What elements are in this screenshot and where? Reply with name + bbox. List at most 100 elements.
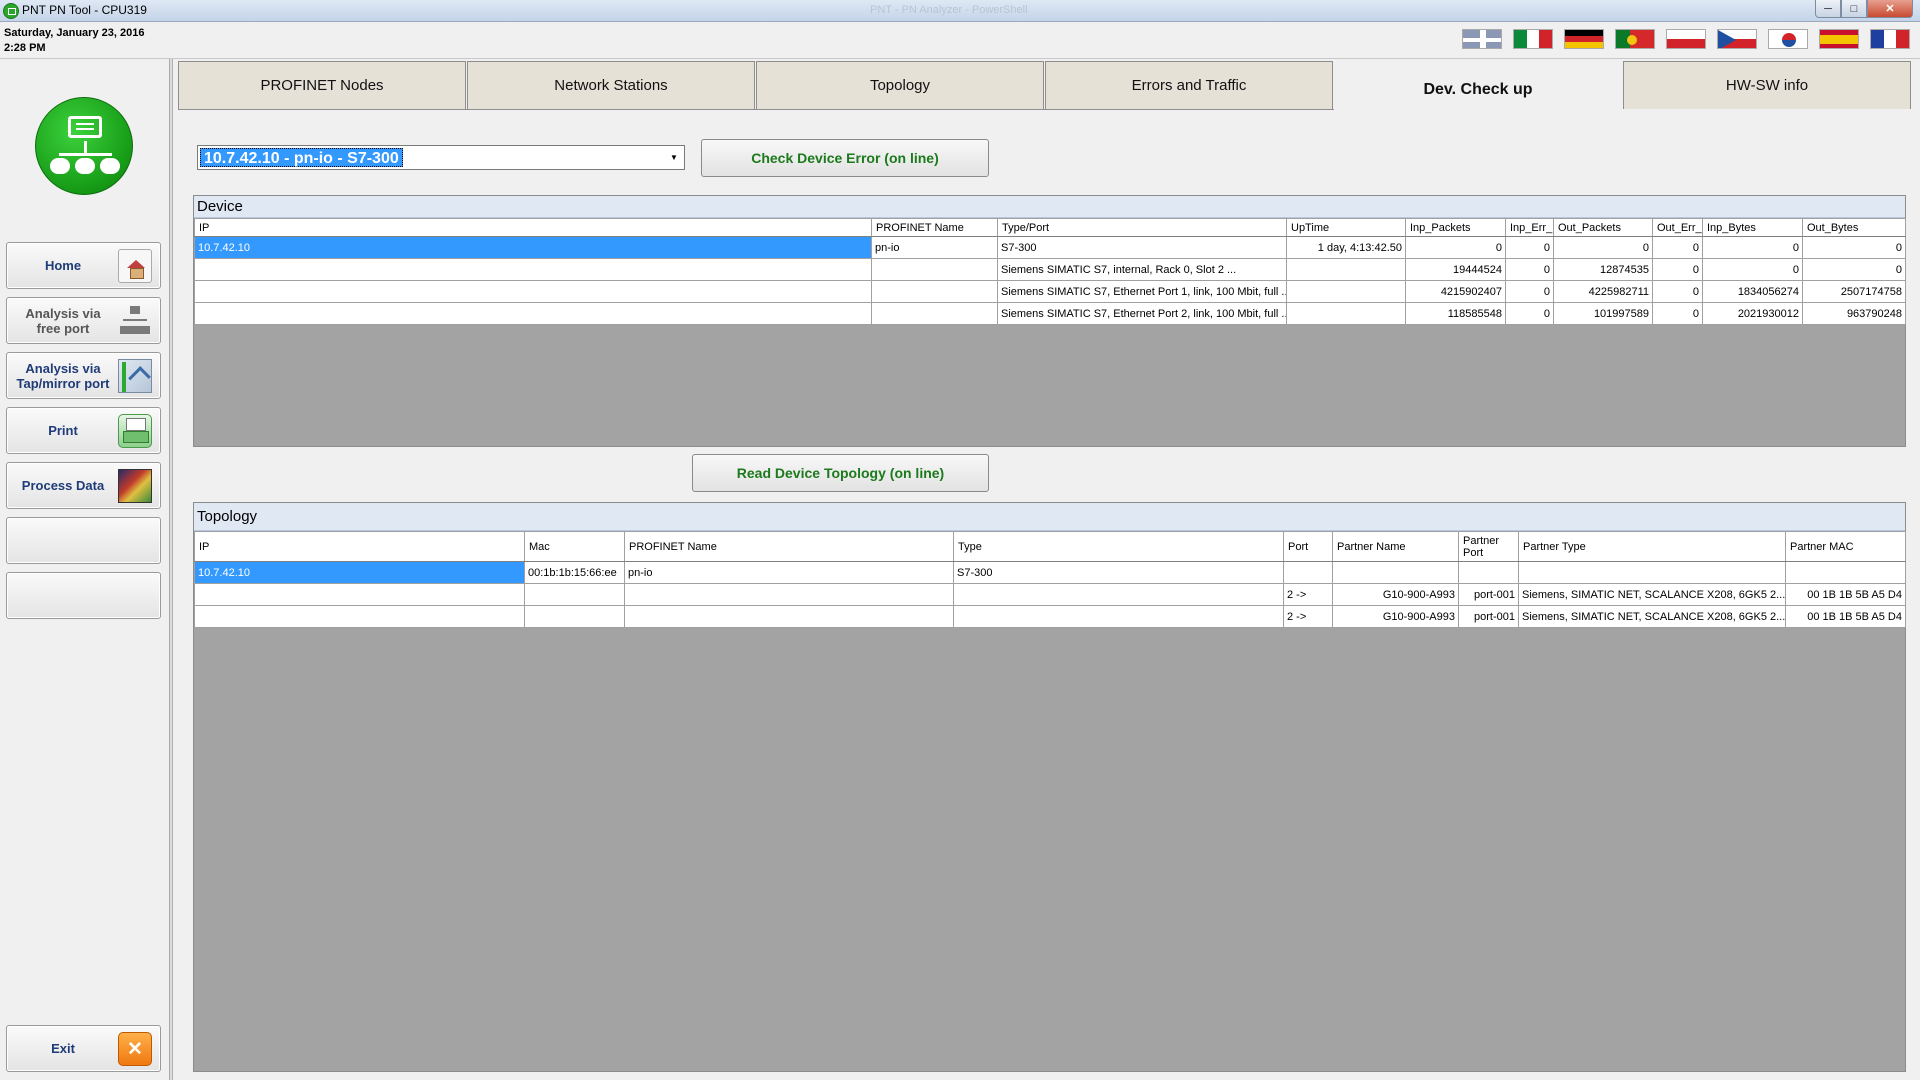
table-cell[interactable]: 0 [1505, 280, 1554, 303]
table-cell[interactable]: 0 [1702, 236, 1803, 259]
chevron-down-icon[interactable]: ▼ [667, 150, 681, 165]
italy-flag-icon[interactable] [1513, 29, 1553, 49]
column-header[interactable]: Partner MAC [1785, 531, 1906, 562]
table-cell[interactable]: 0 [1702, 258, 1803, 281]
column-header[interactable]: Inp_Packets [1405, 218, 1506, 237]
table-cell[interactable]: 0 [1553, 236, 1653, 259]
table-cell[interactable]: 0 [1802, 236, 1906, 259]
table-cell[interactable]: S7-300 [997, 236, 1287, 259]
france-flag-icon[interactable] [1870, 29, 1910, 49]
table-cell[interactable]: 0 [1652, 302, 1703, 325]
table-cell[interactable] [1518, 561, 1786, 584]
table-row[interactable]: 2 -> G10-900-A993 port-001 Siemens, SIMA… [194, 583, 1906, 606]
column-header[interactable]: Partner Port [1458, 531, 1519, 562]
minimize-button[interactable]: ─ [1815, 0, 1841, 18]
exit-button[interactable]: Exit ✕ [6, 1025, 161, 1072]
table-cell[interactable]: 1 day, 4:13:42.50 [1286, 236, 1406, 259]
tab-topology[interactable]: Topology [756, 61, 1044, 109]
table-cell[interactable]: 00 1B 1B 5B A5 D4 [1785, 583, 1906, 606]
table-cell[interactable]: Siemens, SIMATIC NET, SCALANCE X208, 6GK… [1518, 605, 1786, 628]
table-cell[interactable]: Siemens SIMATIC S7, internal, Rack 0, Sl… [997, 258, 1287, 281]
column-header[interactable]: Mac [524, 531, 625, 562]
tab-network-stations[interactable]: Network Stations [467, 61, 755, 109]
germany-flag-icon[interactable] [1564, 29, 1604, 49]
table-cell[interactable] [524, 583, 625, 606]
table-row[interactable]: Siemens SIMATIC S7, Ethernet Port 1, lin… [194, 280, 1906, 303]
column-header[interactable]: IP [194, 531, 525, 562]
close-button[interactable]: ✕ [1867, 0, 1913, 18]
table-cell[interactable]: 0 [1652, 280, 1703, 303]
sidebar-divider[interactable] [170, 59, 173, 1080]
table-cell[interactable]: port-001 [1458, 583, 1519, 606]
table-cell[interactable] [194, 583, 525, 606]
column-header[interactable]: Partner Type [1518, 531, 1786, 562]
table-cell[interactable]: Siemens SIMATIC S7, Ethernet Port 2, lin… [997, 302, 1287, 325]
table-cell[interactable]: 00 1B 1B 5B A5 D4 [1785, 605, 1906, 628]
column-header[interactable]: Type/Port [997, 218, 1287, 237]
tab-dev-check-up[interactable]: Dev. Check up [1334, 68, 1622, 112]
analysis-tap-port-button[interactable]: Analysis via Tap/mirror port [6, 352, 161, 399]
table-cell[interactable]: 0 [1802, 258, 1906, 281]
column-header[interactable]: Port [1283, 531, 1333, 562]
empty-nav-button-1[interactable] [6, 517, 161, 564]
table-cell[interactable]: 10.7.42.10 [194, 236, 872, 259]
tab-profinet-nodes[interactable]: PROFINET Nodes [178, 61, 466, 109]
tab-errors-traffic[interactable]: Errors and Traffic [1045, 61, 1333, 109]
table-cell[interactable] [1332, 561, 1459, 584]
check-device-error-button[interactable]: Check Device Error (on line) [701, 139, 989, 177]
table-cell[interactable]: 1834056274 [1702, 280, 1803, 303]
table-cell[interactable]: pn-io [871, 236, 998, 259]
process-data-button[interactable]: Process Data [6, 462, 161, 509]
table-cell[interactable] [953, 605, 1284, 628]
table-row[interactable]: Siemens SIMATIC S7, Ethernet Port 2, lin… [194, 302, 1906, 325]
table-cell[interactable] [194, 605, 525, 628]
table-row[interactable]: 10.7.42.10 00:1b:1b:15:66:ee pn-io S7-30… [194, 561, 1906, 584]
czech-flag-icon[interactable] [1717, 29, 1757, 49]
table-cell[interactable]: Siemens SIMATIC S7, Ethernet Port 1, lin… [997, 280, 1287, 303]
empty-nav-button-2[interactable] [6, 572, 161, 619]
table-cell[interactable] [194, 302, 872, 325]
column-header[interactable]: Out_Bytes [1802, 218, 1906, 237]
column-header[interactable]: PROFINET Name [624, 531, 954, 562]
column-header[interactable]: Partner Name [1332, 531, 1459, 562]
column-header[interactable]: PROFINET Name [871, 218, 998, 237]
column-header[interactable]: Out_Err_ [1652, 218, 1703, 237]
table-cell[interactable]: 2021930012 [1702, 302, 1803, 325]
column-header[interactable]: Out_Packets [1553, 218, 1653, 237]
table-cell[interactable]: 0 [1505, 258, 1554, 281]
table-cell[interactable]: G10-900-A993 [1332, 605, 1459, 628]
table-cell[interactable] [524, 605, 625, 628]
table-cell[interactable] [1458, 561, 1519, 584]
table-cell[interactable]: 4225982711 [1553, 280, 1653, 303]
table-cell[interactable]: 00:1b:1b:15:66:ee [524, 561, 625, 584]
table-cell[interactable]: 0 [1505, 302, 1554, 325]
table-row[interactable]: 2 -> G10-900-A993 port-001 Siemens, SIMA… [194, 605, 1906, 628]
table-cell[interactable] [1286, 302, 1406, 325]
poland-flag-icon[interactable] [1666, 29, 1706, 49]
table-cell[interactable] [1286, 258, 1406, 281]
column-header[interactable]: Inp_Bytes [1702, 218, 1803, 237]
table-cell[interactable]: S7-300 [953, 561, 1284, 584]
read-device-topology-button[interactable]: Read Device Topology (on line) [692, 454, 989, 492]
column-header[interactable]: UpTime [1286, 218, 1406, 237]
table-cell[interactable]: 2 -> [1283, 605, 1333, 628]
table-cell[interactable] [1283, 561, 1333, 584]
table-cell[interactable] [871, 258, 998, 281]
maximize-button[interactable]: □ [1841, 0, 1867, 18]
spain-flag-icon[interactable] [1819, 29, 1859, 49]
table-row[interactable]: Siemens SIMATIC S7, internal, Rack 0, Sl… [194, 258, 1906, 281]
table-cell[interactable]: 10.7.42.10 [194, 561, 525, 584]
table-cell[interactable]: 0 [1505, 236, 1554, 259]
table-cell[interactable] [624, 583, 954, 606]
device-select[interactable]: 10.7.42.10 - pn-io - S7-300 ▼ [197, 145, 685, 170]
table-cell[interactable]: port-001 [1458, 605, 1519, 628]
table-cell[interactable] [194, 258, 872, 281]
table-cell[interactable] [871, 280, 998, 303]
table-cell[interactable]: Siemens, SIMATIC NET, SCALANCE X208, 6GK… [1518, 583, 1786, 606]
table-cell[interactable] [624, 605, 954, 628]
table-cell[interactable]: pn-io [624, 561, 954, 584]
analysis-free-port-button[interactable]: Analysis via free port [6, 297, 161, 344]
column-header[interactable]: IP [194, 218, 872, 237]
table-cell[interactable]: 118585548 [1405, 302, 1506, 325]
table-cell[interactable]: 12874535 [1553, 258, 1653, 281]
